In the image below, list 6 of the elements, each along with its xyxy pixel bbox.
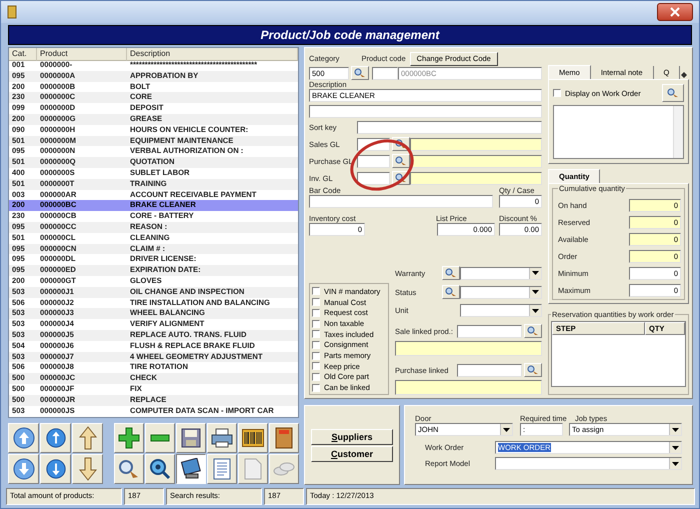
nav-button[interactable]: Suppliers <box>311 428 393 444</box>
nav-button[interactable]: Customer <box>311 446 393 462</box>
column-header[interactable]: Description <box>127 48 298 61</box>
window-title: Product/Job code management <box>8 25 692 45</box>
column-header[interactable]: Cat. <box>9 48 37 61</box>
column-header[interactable]: Product <box>37 48 127 61</box>
